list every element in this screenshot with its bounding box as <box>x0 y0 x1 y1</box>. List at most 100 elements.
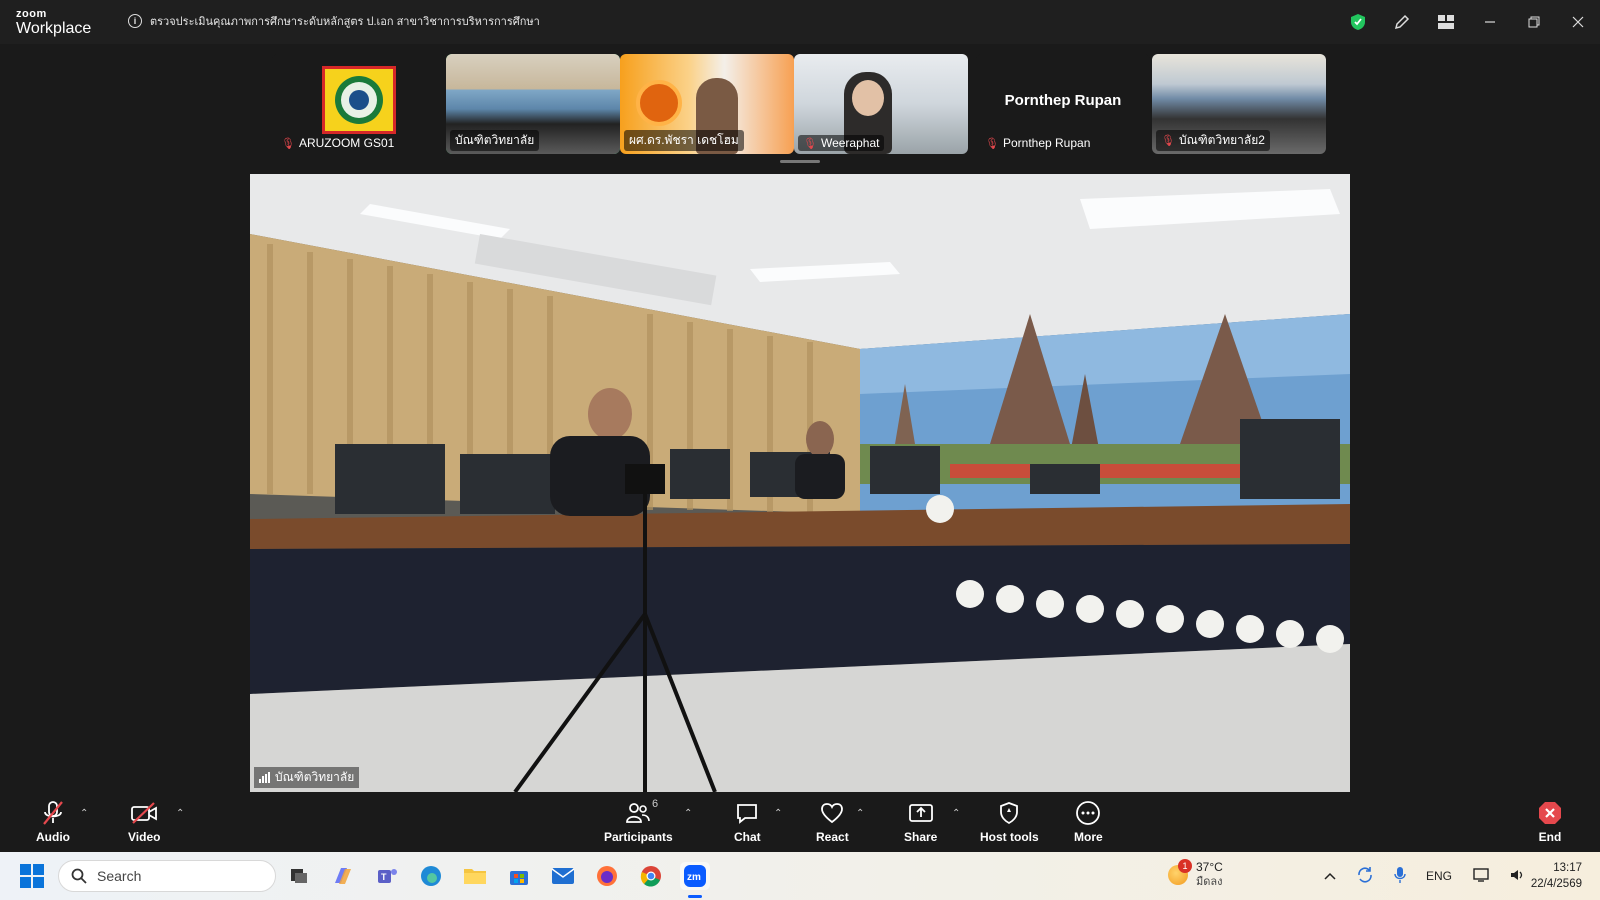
search-icon <box>71 868 87 884</box>
chat-label: Chat <box>734 830 761 844</box>
participant-tile[interactable]: 🎙 Weeraphat <box>794 54 968 154</box>
participants-count: 6 <box>652 798 659 810</box>
more-button[interactable]: More <box>1074 800 1103 844</box>
sync-icon[interactable] <box>1356 866 1374 887</box>
weather-sun-icon: 1 <box>1168 859 1192 885</box>
logo-brand-small: zoom <box>16 8 47 20</box>
participant-display-name: Pornthep Rupan <box>1004 92 1122 109</box>
mic-muted-icon: 🎙 <box>281 137 295 150</box>
video-options-chevron-icon[interactable]: ⌃ <box>176 808 184 819</box>
clock-time: 13:17 <box>1553 862 1582 874</box>
microphone-tray-icon[interactable] <box>1394 866 1406 887</box>
svg-text:T: T <box>381 872 387 882</box>
firefox-icon[interactable] <box>592 862 622 890</box>
participant-tile[interactable]: 🎙 ARUZOOM GS01 <box>272 54 446 154</box>
mic-muted-icon <box>43 801 63 825</box>
end-label: End <box>1538 830 1562 844</box>
copilot-icon[interactable] <box>328 862 358 890</box>
chat-button[interactable]: Chat <box>734 800 761 844</box>
participants-button[interactable]: Participants <box>604 800 673 844</box>
title-bar: zoom Workplace i ตรวจประเมินคุณภาพการศึก… <box>0 0 1600 44</box>
annotate-pencil-icon[interactable] <box>1380 0 1424 44</box>
file-explorer-icon[interactable] <box>460 862 490 890</box>
participant-name: ผศ.ดร.พัชรา เดชโฮม <box>629 133 739 147</box>
host-tools-label: Host tools <box>980 830 1039 844</box>
participants-icon <box>626 803 651 823</box>
main-video-label: บัณฑิตวิทยาลัย <box>254 767 360 788</box>
zoom-taskbar-icon[interactable]: zm <box>680 862 710 890</box>
chrome-icon[interactable] <box>636 862 666 890</box>
network-icon[interactable] <box>1472 867 1490 886</box>
participant-name: Weeraphat <box>820 136 880 150</box>
teams-icon[interactable]: T <box>372 862 402 890</box>
video-off-icon <box>131 802 158 824</box>
share-options-chevron-icon[interactable]: ⌃ <box>952 808 960 819</box>
mic-muted-icon: 🎙 <box>803 137 817 150</box>
weather-badge: 1 <box>1178 859 1192 873</box>
signal-strength-icon <box>259 772 270 783</box>
svg-text:zm: zm <box>687 872 701 883</box>
mail-icon[interactable] <box>548 862 578 890</box>
view-layout-icon[interactable] <box>1424 0 1468 44</box>
taskbar-search[interactable]: Search <box>58 860 276 892</box>
heart-icon <box>821 803 844 824</box>
windows-taskbar: Search T zm 1 37°C มืดลง ENG 13:17 22/4/… <box>0 852 1600 900</box>
search-placeholder: Search <box>97 868 142 884</box>
restore-icon[interactable] <box>1512 0 1556 44</box>
chat-options-chevron-icon[interactable]: ⌃ <box>774 808 782 819</box>
windows-start-icon[interactable] <box>20 864 44 888</box>
participant-tile[interactable]: ผศ.ดร.พัชรา เดชโฮม <box>620 54 794 154</box>
video-button[interactable]: Video <box>128 800 160 844</box>
host-tools-button[interactable]: Host tools <box>980 800 1039 844</box>
minimize-icon[interactable] <box>1468 0 1512 44</box>
participant-strip: 🎙 ARUZOOM GS01 บัณฑิตวิทยาลัย ผศ.ดร.พัชร… <box>0 54 1600 154</box>
participant-name: บัณฑิตวิทยาลัย <box>455 133 535 147</box>
meeting-toolbar: Audio ⌃ Video ⌃ Participants 6 ⌃ Chat ⌃ … <box>0 792 1600 852</box>
end-meeting-button[interactable]: End <box>1538 800 1562 844</box>
strip-resize-handle[interactable] <box>780 160 820 163</box>
participants-label: Participants <box>604 830 673 844</box>
react-options-chevron-icon[interactable]: ⌃ <box>856 808 864 819</box>
shield-icon <box>1000 802 1019 824</box>
speaker-name: บัณฑิตวิทยาลัย <box>275 770 355 784</box>
encryption-shield-icon[interactable] <box>1336 0 1380 44</box>
audio-options-chevron-icon[interactable]: ⌃ <box>80 808 88 819</box>
taskbar-clock[interactable]: 13:17 22/4/2569 <box>1531 860 1582 892</box>
edge-icon[interactable] <box>416 862 446 890</box>
end-meeting-icon <box>1539 802 1561 824</box>
video-label: Video <box>128 830 161 844</box>
language-indicator[interactable]: ENG <box>1426 869 1452 883</box>
share-label: Share <box>904 830 938 844</box>
chat-icon <box>737 804 758 824</box>
task-view-icon[interactable] <box>284 862 314 890</box>
info-icon[interactable]: i <box>128 14 142 28</box>
volume-icon[interactable] <box>1510 868 1526 885</box>
zoom-logo: zoom Workplace <box>16 9 91 37</box>
audio-button[interactable]: Audio <box>36 800 70 844</box>
weather-desc: มืดลง <box>1196 876 1223 888</box>
participant-name: ARUZOOM GS01 <box>298 136 395 150</box>
meeting-info[interactable]: i ตรวจประเมินคุณภาพการศึกษาระดับหลักสูตร… <box>128 12 540 30</box>
react-button[interactable]: React <box>816 800 849 844</box>
main-video: บัณฑิตวิทยาลัย <box>250 174 1350 792</box>
react-label: React <box>816 830 849 844</box>
participant-tile[interactable]: 🎙 บัณฑิตวิทยาลัย2 <box>1152 54 1326 154</box>
participant-name: Pornthep Rupan <box>1002 136 1091 150</box>
participants-options-chevron-icon[interactable]: ⌃ <box>684 808 692 819</box>
tray-chevron-up-icon[interactable] <box>1324 869 1336 883</box>
microsoft-store-icon[interactable] <box>504 862 534 890</box>
zoom-running-indicator <box>688 895 702 898</box>
audio-label: Audio <box>36 830 70 844</box>
share-screen-icon <box>908 804 933 822</box>
logo-brand-large: Workplace <box>16 20 92 37</box>
mic-muted-icon: 🎙 <box>1161 135 1175 147</box>
participant-tile-active[interactable]: บัณฑิตวิทยาลัย <box>446 54 620 154</box>
weather-widget[interactable]: 1 37°C มืดลง <box>1168 859 1223 890</box>
close-icon[interactable] <box>1556 0 1600 44</box>
more-label: More <box>1074 830 1103 844</box>
participant-tile[interactable]: Pornthep Rupan 🎙 Pornthep Rupan <box>976 54 1150 154</box>
share-button[interactable]: Share <box>904 800 937 844</box>
clock-date: 22/4/2569 <box>1530 878 1582 890</box>
meeting-title: ตรวจประเมินคุณภาพการศึกษาระดับหลักสูตร ป… <box>150 16 540 28</box>
conference-room-video <box>250 174 1350 792</box>
